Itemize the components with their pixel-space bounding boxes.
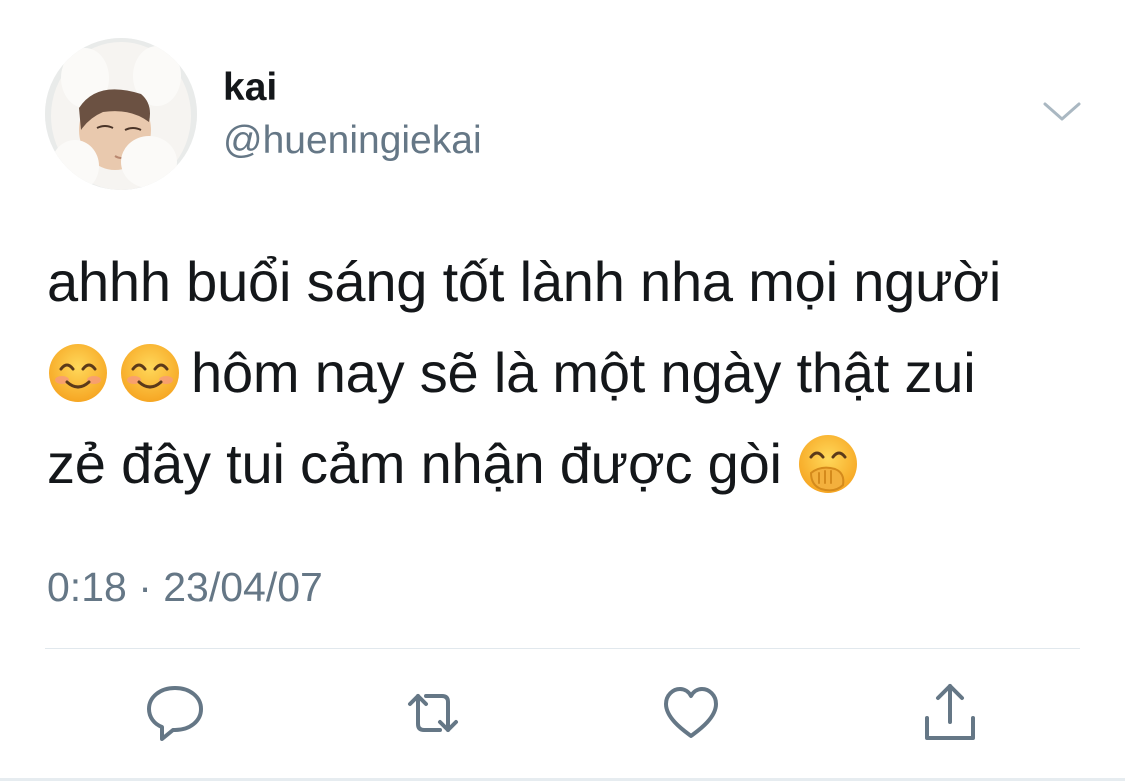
action-bar — [0, 678, 1125, 748]
share-arrow-icon — [925, 684, 975, 740]
avatar[interactable] — [45, 38, 197, 190]
tweet-line-3-text: zẻ đây tui cảm nhận được gòi — [47, 432, 782, 495]
user-handle[interactable]: @hueningiekai — [223, 119, 482, 163]
smiling-face-icon — [47, 342, 109, 404]
tweet-line-2-text: hôm nay sẽ là một ngày thật zui — [191, 341, 976, 404]
heart-icon — [664, 687, 718, 738]
speech-bubble-icon — [147, 686, 203, 741]
share-button[interactable] — [915, 678, 985, 748]
smiling-face-icon — [119, 342, 181, 404]
tweet-line-3: zẻ đây tui cảm nhận được gòi — [47, 418, 1087, 509]
reply-button[interactable] — [140, 678, 210, 748]
retweet-arrows-icon — [408, 694, 458, 732]
avatar-photo — [45, 38, 197, 190]
divider — [45, 648, 1080, 649]
chevron-down-icon[interactable] — [1041, 96, 1083, 126]
like-button[interactable] — [656, 678, 726, 748]
tweet-line-1: ahhh buổi sáng tốt lành nha mọi người — [47, 250, 1002, 313]
display-name[interactable]: kai — [223, 66, 277, 110]
tweet-timestamp[interactable]: 0:18 · 23/04/07 — [47, 564, 323, 610]
face-with-hand-over-mouth-icon — [797, 433, 859, 495]
tweet-line-2: hôm nay sẽ là một ngày thật zui — [47, 327, 1087, 418]
tweet-text: ahhh buổi sáng tốt lành nha mọi người hô… — [47, 236, 1087, 509]
retweet-button[interactable] — [398, 678, 468, 748]
